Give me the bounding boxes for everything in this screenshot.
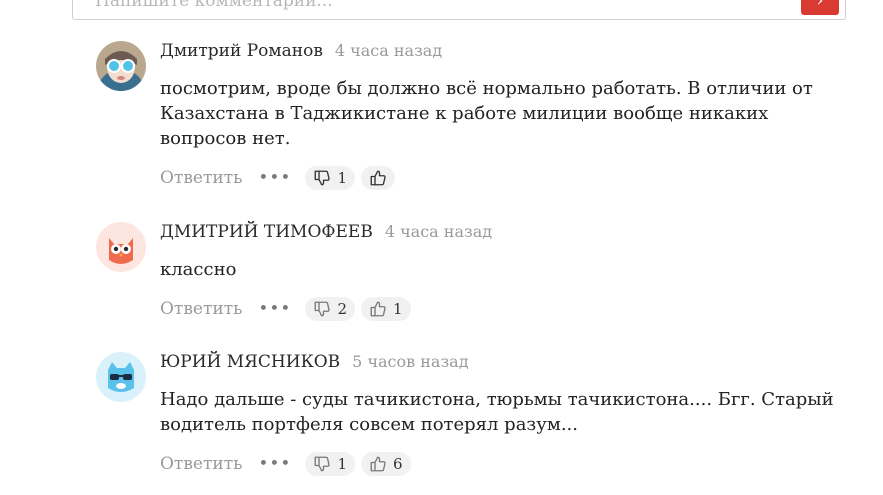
comment-text: посмотрим, вроде бы должно всё нормально…	[160, 78, 813, 149]
like-count: 1	[393, 300, 403, 318]
thumbs-up-icon	[370, 170, 386, 186]
thumbs-up-icon	[370, 456, 386, 472]
send-button[interactable]: ›	[801, 0, 839, 15]
comment-text: классно	[160, 259, 237, 280]
thumbs-down-icon	[315, 170, 331, 186]
dislike-count: 1	[337, 455, 348, 473]
like-count: 6	[393, 455, 403, 473]
dislike-button[interactable]: 2	[305, 297, 356, 321]
thumbs-up-icon	[370, 301, 386, 317]
comment-timestamp[interactable]: 4 часа назад	[385, 222, 492, 241]
dislike-button[interactable]: 1	[305, 452, 356, 476]
dislike-button[interactable]: 1	[305, 166, 356, 190]
comment-author[interactable]: ДМИТРИЙ ТИМОФЕЕВ	[160, 222, 373, 242]
more-options-button[interactable]: •••	[258, 168, 291, 188]
like-button[interactable]: 6	[361, 452, 411, 476]
dislike-count: 2	[337, 300, 348, 318]
more-options-button[interactable]: •••	[258, 454, 291, 474]
like-button[interactable]: 1	[361, 297, 411, 321]
avatar[interactable]	[96, 41, 146, 91]
comment-author[interactable]: ЮРИЙ МЯСНИКОВ	[160, 352, 340, 372]
reply-button[interactable]: Ответить	[160, 454, 242, 474]
cat-sunglasses-avatar-icon	[96, 352, 146, 402]
avatar[interactable]	[96, 222, 146, 272]
comment-author[interactable]: Дмитрий Романов	[160, 41, 323, 61]
reply-button[interactable]: Ответить	[160, 168, 242, 188]
chevron-right-icon: ›	[816, 0, 824, 11]
comment-text: Надо дальше - суды тачикистона, тюрьмы т…	[160, 389, 834, 435]
reply-button[interactable]: Ответить	[160, 299, 242, 319]
goggles-avatar-icon	[96, 41, 146, 91]
avatar[interactable]	[96, 352, 146, 402]
dislike-count: 1	[337, 169, 348, 187]
comment-timestamp[interactable]: 4 часа назад	[335, 41, 442, 60]
comment-timestamp[interactable]: 5 часов назад	[352, 352, 468, 371]
thumbs-down-icon	[315, 456, 331, 472]
owl-avatar-icon	[96, 222, 146, 272]
comment-input-placeholder[interactable]: Напишите комментарий...	[95, 0, 333, 11]
more-options-button[interactable]: •••	[258, 299, 291, 319]
thumbs-down-icon	[315, 301, 331, 317]
like-button[interactable]	[361, 166, 396, 190]
comment-composer[interactable]: Напишите комментарий... ›	[72, 0, 846, 20]
